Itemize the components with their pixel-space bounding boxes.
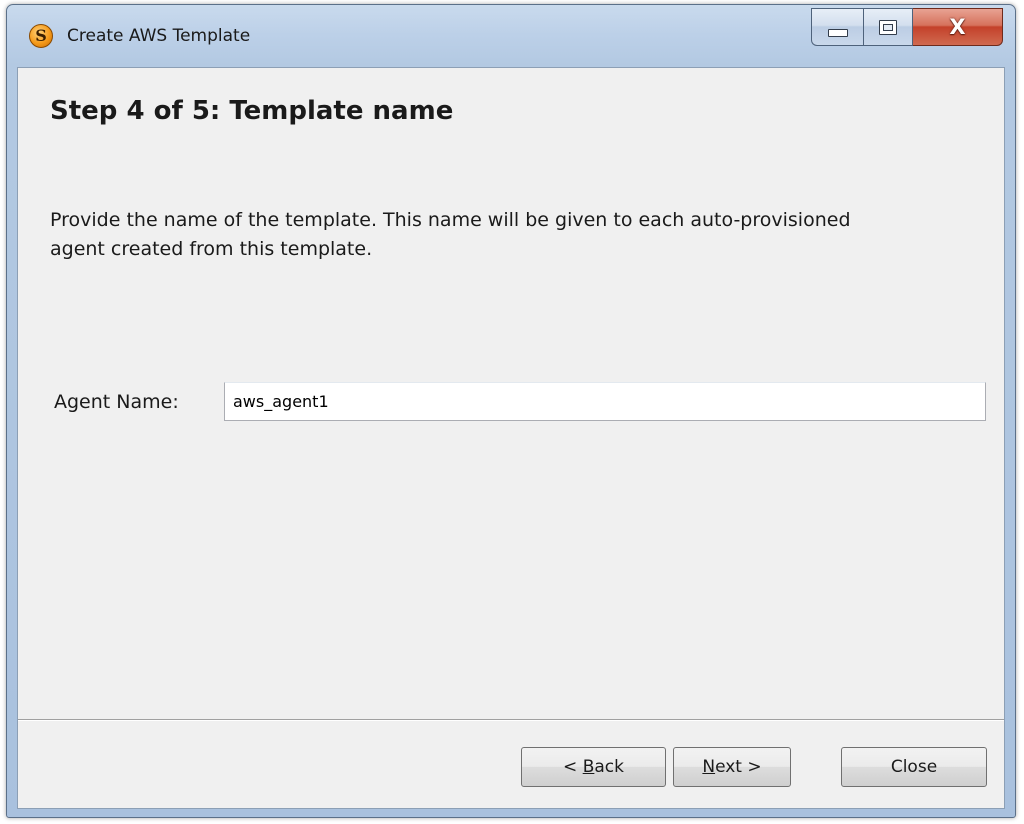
agent-name-input[interactable] bbox=[224, 382, 986, 421]
footer-separator bbox=[18, 719, 1004, 721]
next-button-mnemonic: N bbox=[702, 757, 716, 777]
step-description: Provide the name of the template. This n… bbox=[50, 209, 851, 260]
close-icon: X bbox=[949, 15, 966, 39]
next-button-rest: ext > bbox=[715, 757, 762, 777]
back-button[interactable]: < Back bbox=[521, 747, 666, 787]
window-title: Create AWS Template bbox=[67, 26, 251, 46]
minimize-icon bbox=[827, 29, 848, 37]
s-logo-icon: S bbox=[29, 24, 53, 48]
window-controls: X bbox=[811, 8, 1003, 48]
step-title: Step 4 of 5: Template name bbox=[50, 96, 454, 126]
back-button-prefix: < bbox=[563, 757, 583, 777]
agent-name-label: Agent Name: bbox=[54, 391, 179, 413]
back-button-rest: ack bbox=[594, 757, 624, 777]
minimize-button[interactable] bbox=[811, 8, 863, 46]
dialog-content: Step 4 of 5: Template name Provide the n… bbox=[17, 67, 1005, 809]
back-button-mnemonic: B bbox=[582, 757, 595, 777]
close-window-button[interactable]: X bbox=[913, 8, 1003, 46]
title-bar[interactable]: S Create AWS Template X bbox=[7, 5, 1015, 67]
maximize-button[interactable] bbox=[863, 8, 913, 46]
dialog-window: S Create AWS Template X Step 4 of 5: Tem… bbox=[6, 4, 1016, 818]
next-button[interactable]: Next > bbox=[673, 747, 791, 787]
maximize-icon bbox=[879, 19, 897, 35]
close-button[interactable]: Close bbox=[841, 747, 987, 787]
